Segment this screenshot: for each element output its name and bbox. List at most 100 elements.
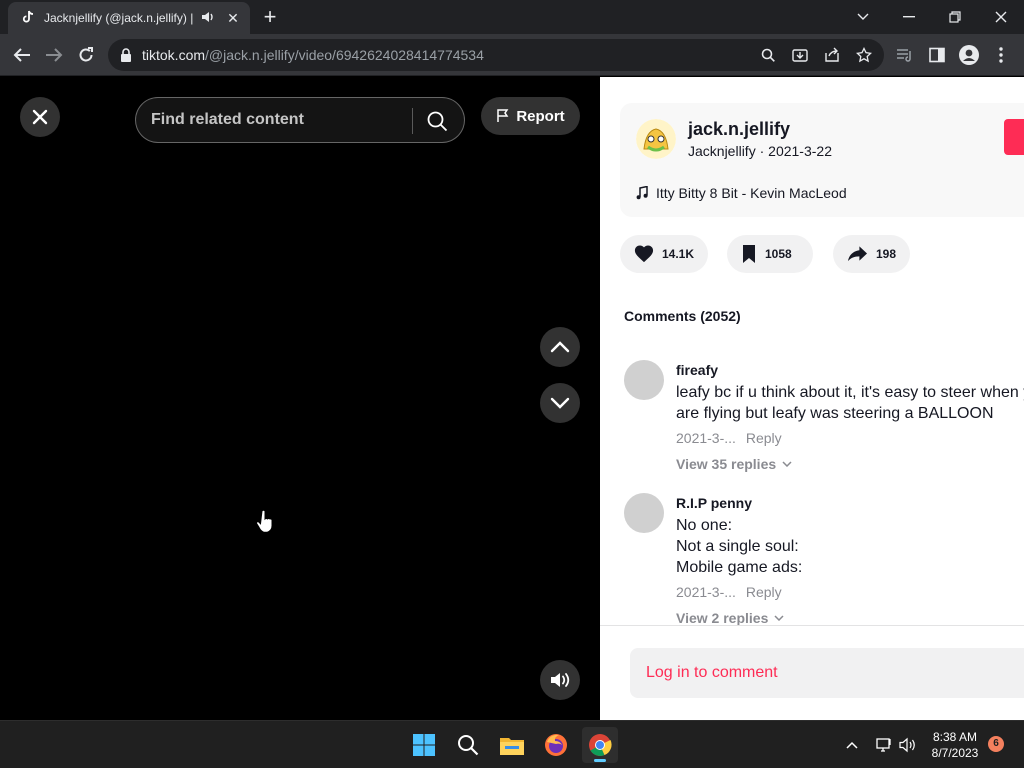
login-to-comment-button[interactable]: Log in to comment [630,648,1024,698]
file-explorer-icon[interactable] [494,727,530,763]
screen: Jacknjellify (@jack.n.jellify) | TikTok … [0,0,1024,768]
search-input[interactable] [151,108,401,132]
chevron-up-icon[interactable] [842,733,862,757]
follow-button[interactable] [1004,119,1024,155]
search-icon[interactable] [426,110,448,132]
speaker-icon[interactable] [896,733,920,757]
search-divider [412,108,413,134]
minimize-icon[interactable] [886,0,932,34]
menu-icon[interactable] [990,44,1012,66]
back-icon[interactable] [8,41,36,69]
music-link[interactable]: Itty Bitty 8 Bit - Kevin MacLeod [636,185,847,201]
reply-button[interactable]: Reply [746,430,782,446]
comment-line: are flying but leafy was steering a BALL… [676,405,994,422]
share-arrow-icon [847,246,868,262]
url-text[interactable]: tiktok.com/@jack.n.jellify/video/6942624… [142,47,484,63]
url-path: /@jack.n.jellify/video/69426240284147745… [205,47,484,63]
like-button[interactable]: 14.1K [620,235,708,273]
chevron-up-icon [550,341,570,353]
view-replies-label: View 35 replies [676,456,777,472]
close-icon[interactable] [978,0,1024,34]
comment-username[interactable]: fireafy [676,362,718,378]
lock-icon[interactable] [120,48,132,62]
browser-tab-strip: Jacknjellify (@jack.n.jellify) | TikTok … [0,0,1024,34]
next-video-button[interactable] [540,383,580,423]
report-label: Report [516,107,565,125]
tab-title: Jacknjellify (@jack.n.jellify) | TikTok [44,11,194,25]
avatar[interactable] [636,119,676,159]
music-note-icon [636,186,648,200]
comment-date: 2021-3-... [676,584,736,600]
comments-title: Comments (2052) [624,308,741,324]
sidepanel-icon[interactable] [926,44,948,66]
forward-icon[interactable] [40,41,68,69]
restore-icon[interactable] [932,0,978,34]
comment-username[interactable]: R.I.P penny [676,495,752,511]
author-username[interactable]: jack.n.jellify [688,119,790,140]
close-video-button[interactable] [20,97,60,137]
install-icon[interactable] [790,45,810,65]
notification-badge[interactable]: 6 [988,736,1004,752]
browser-tab[interactable]: Jacknjellify (@jack.n.jellify) | TikTok … [8,2,250,34]
view-replies-button[interactable]: View 2 replies [676,610,784,626]
video-player[interactable]: Report [0,77,600,720]
media-icon[interactable] [894,44,916,66]
address-bar[interactable]: tiktok.com/@jack.n.jellify/video/6942624… [108,39,884,71]
volume-button[interactable] [540,660,580,700]
reload-icon[interactable] [72,41,100,69]
view-replies-button[interactable]: View 35 replies [676,456,792,472]
chevron-down-icon[interactable] [840,0,886,34]
avatar[interactable] [624,493,664,533]
bookmark-icon [743,245,755,263]
comment-line: No one: [676,517,733,534]
speaker-icon [551,673,570,687]
comment-item: R.I.P penny No one: Not a single soul: M… [624,493,1024,633]
profile-icon[interactable] [958,44,980,66]
close-icon[interactable]: ✕ [224,9,242,27]
star-icon[interactable] [854,45,874,65]
comment-meta: 2021-3-... Reply [676,430,782,446]
clock-date: 8/7/2023 [931,746,979,760]
windows-start-icon[interactable] [406,727,442,763]
hand-cursor-icon [256,509,273,533]
flag-icon [497,109,509,122]
heart-icon [634,245,654,263]
post-date: 2021-3-22 [768,143,832,159]
plus-icon[interactable]: + [258,6,282,30]
report-button[interactable]: Report [481,97,580,135]
tiktok-icon [20,10,36,26]
chrome-icon[interactable] [582,727,618,763]
browser-toolbar: tiktok.com/@jack.n.jellify/video/6942624… [0,34,1024,76]
chevron-down-icon [550,397,570,409]
share-button[interactable]: 198 [833,235,910,273]
like-count: 14.1K [661,247,694,261]
comment-item: fireafy leafy bc if u think about it, it… [624,360,1024,480]
author-card: jack.n.jellify Jacknjellify · 2021-3-22 … [620,103,1024,217]
comment-text: leafy bc if u think about it, it's easy … [676,382,1024,424]
login-label: Log in to comment [646,664,778,681]
avatar[interactable] [624,360,664,400]
chevron-down-icon [782,461,792,467]
firefox-icon[interactable] [538,727,574,763]
search-icon[interactable] [450,727,486,763]
related-content-search[interactable] [135,97,465,143]
url-host: tiktok.com [142,47,206,63]
save-button[interactable]: 1058 [727,235,813,273]
chevron-down-icon [774,615,784,621]
speaker-icon[interactable] [200,10,218,26]
share-icon[interactable] [822,45,842,65]
author-nickname: Jacknjellify [688,143,756,159]
save-count: 1058 [765,247,792,261]
author-meta: Jacknjellify · 2021-3-22 [688,143,832,159]
comment-line: leafy bc if u think about it, it's easy … [676,384,1024,401]
reply-button[interactable]: Reply [746,584,782,600]
comment-date: 2021-3-... [676,430,736,446]
search-icon[interactable] [758,45,778,65]
comment-meta: 2021-3-... Reply [676,584,782,600]
view-replies-label: View 2 replies [676,610,769,626]
video-details-panel: jack.n.jellify Jacknjellify · 2021-3-22 … [600,77,1024,720]
previous-video-button[interactable] [540,327,580,367]
comment-text: No one: Not a single soul: Mobile game a… [676,515,802,578]
system-clock[interactable]: 8:38 AM 8/7/2023 [920,729,990,761]
network-icon[interactable] [872,733,896,757]
